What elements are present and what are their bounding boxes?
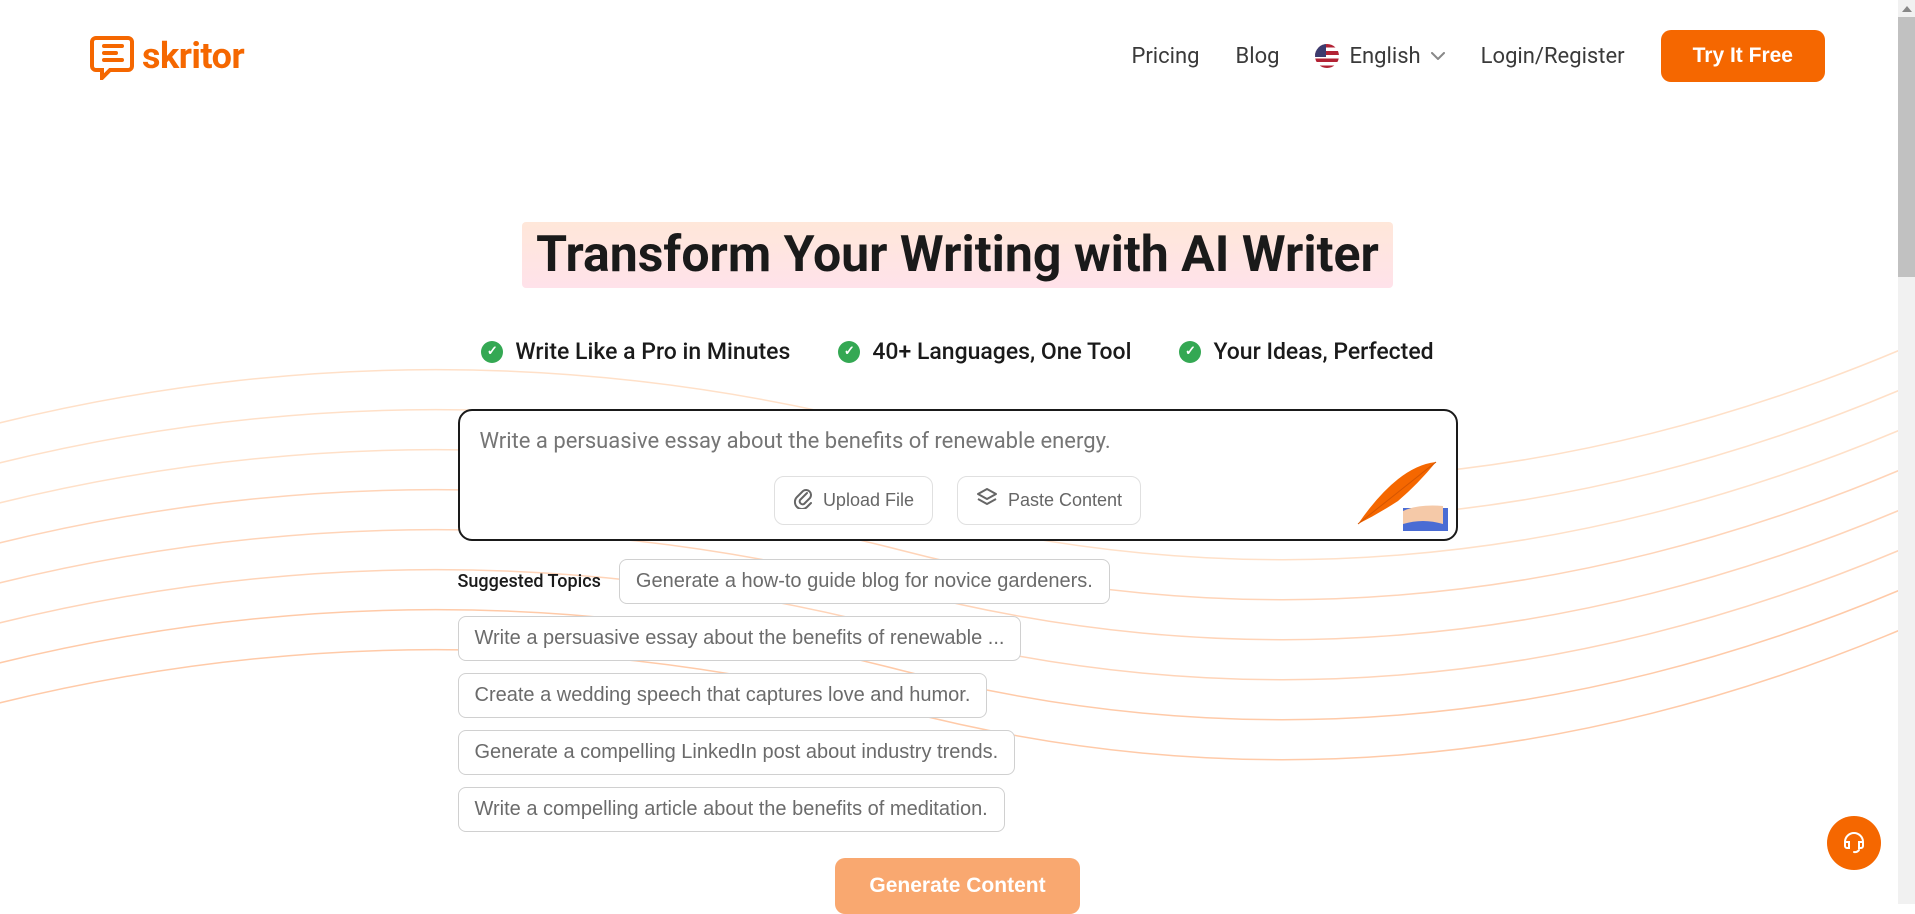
feature-item: ✓ Write Like a Pro in Minutes (481, 338, 790, 365)
topic-chip[interactable]: Generate a how-to guide blog for novice … (619, 559, 1110, 604)
topic-chip[interactable]: Create a wedding speech that captures lo… (458, 673, 988, 718)
nav-pricing[interactable]: Pricing (1131, 44, 1199, 69)
topic-chip[interactable]: Write a compelling article about the ben… (458, 787, 1005, 832)
layers-icon (976, 487, 998, 514)
suggested-label: Suggested Topics (458, 571, 601, 592)
hero: Transform Your Writing with AI Writer ✓ … (0, 222, 1915, 914)
try-free-button[interactable]: Try It Free (1661, 30, 1825, 82)
feature-text: 40+ Languages, One Tool (872, 338, 1131, 365)
feature-list: ✓ Write Like a Pro in Minutes ✓ 40+ Lang… (0, 338, 1915, 365)
feature-text: Your Ideas, Perfected (1213, 338, 1433, 365)
check-icon: ✓ (838, 341, 860, 363)
input-actions: Upload File Paste Content (480, 476, 1436, 525)
language-label: English (1349, 44, 1420, 69)
prompt-input[interactable] (480, 429, 1436, 454)
topic-chip[interactable]: Write a persuasive essay about the benef… (458, 616, 1022, 661)
quill-icon (1348, 456, 1448, 531)
feature-item: ✓ 40+ Languages, One Tool (838, 338, 1131, 365)
generate-content-button[interactable]: Generate Content (835, 858, 1079, 914)
nav: Pricing Blog English Login/Register Try … (1131, 30, 1825, 82)
logo-text: skritor (142, 35, 244, 77)
paperclip-icon (793, 487, 813, 514)
topic-chip[interactable]: Generate a compelling LinkedIn post abou… (458, 730, 1016, 775)
chevron-down-icon (1431, 48, 1445, 64)
upload-label: Upload File (823, 490, 914, 511)
nav-blog[interactable]: Blog (1236, 44, 1280, 69)
suggested-topics: Suggested Topics Generate a how-to guide… (458, 559, 1458, 832)
feature-text: Write Like a Pro in Minutes (515, 338, 790, 365)
upload-file-button[interactable]: Upload File (774, 476, 933, 525)
feature-item: ✓ Your Ideas, Perfected (1179, 338, 1433, 365)
hero-title: Transform Your Writing with AI Writer (522, 222, 1393, 288)
header: skritor Pricing Blog English Login/Regis… (0, 0, 1915, 112)
check-icon: ✓ (481, 341, 503, 363)
logo[interactable]: skritor (90, 32, 244, 80)
nav-login-register[interactable]: Login/Register (1481, 44, 1625, 69)
paste-content-button[interactable]: Paste Content (957, 476, 1141, 525)
check-icon: ✓ (1179, 341, 1201, 363)
support-chat-button[interactable] (1827, 816, 1881, 870)
language-selector[interactable]: English (1315, 44, 1444, 69)
logo-icon (90, 32, 138, 80)
flag-us-icon (1315, 44, 1339, 68)
paste-label: Paste Content (1008, 490, 1122, 511)
prompt-container: Upload File Paste Content (458, 409, 1458, 541)
headset-icon (1841, 828, 1867, 858)
